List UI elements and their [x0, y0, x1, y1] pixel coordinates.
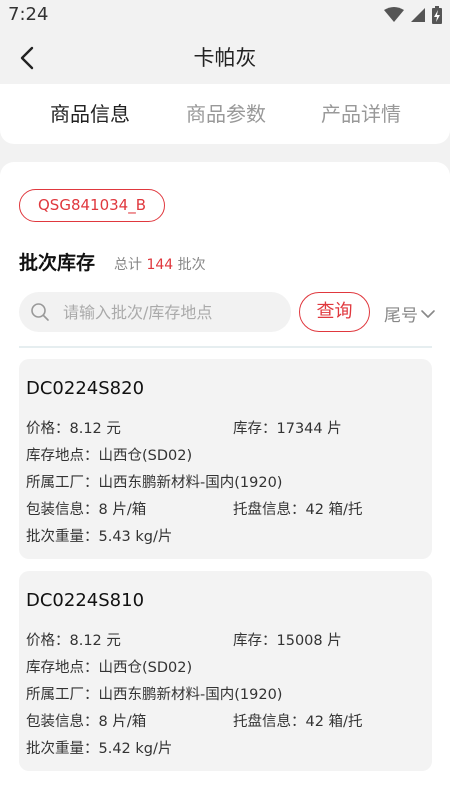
batch-package: 包装信息：8 片/箱 — [26, 502, 147, 518]
batch-factory: 所属工厂：山西东鹏新材料-国内(1920) — [26, 475, 283, 491]
status-time: 7:24 — [8, 4, 49, 25]
signal-icon — [411, 8, 425, 22]
product-code-badge: QSG841034_B — [19, 189, 166, 222]
batch-code: DC0224S820 — [26, 378, 145, 399]
nav-bar: 卡帕灰 — [0, 32, 450, 84]
batch-pallet: 托盘信息：42 箱/托 — [233, 502, 363, 518]
search-input[interactable] — [63, 292, 283, 332]
wifi-icon — [384, 7, 404, 22]
batch-stock: 库存：17344 片 — [233, 421, 342, 437]
batch-total: 总计 144 批次 — [114, 254, 206, 274]
tab-product-details[interactable]: 产品详情 — [296, 98, 426, 127]
query-button[interactable]: 查询 — [299, 292, 370, 332]
batch-stock: 库存：15008 片 — [233, 633, 342, 649]
batch-price: 价格：8.12 元 — [26, 421, 121, 437]
batch-card[interactable]: DC0224S810 价格：8.12 元 库存：15008 片 库存地点：山西仓… — [19, 571, 432, 771]
batch-package: 包装信息：8 片/箱 — [26, 714, 147, 730]
batch-pallet: 托盘信息：42 箱/托 — [233, 714, 363, 730]
main-content: QSG841034_B 批次库存 总计 144 批次 查询 尾号 DC0224S… — [0, 162, 450, 800]
tab-product-params[interactable]: 商品参数 — [161, 98, 291, 127]
search-icon — [31, 303, 49, 321]
tab-product-info[interactable]: 商品信息 — [25, 98, 155, 127]
status-icons — [384, 6, 442, 24]
batch-total-prefix: 总计 — [114, 257, 142, 273]
batch-total-suffix: 批次 — [177, 257, 206, 273]
batch-weight: 批次重量：5.42 kg/片 — [26, 741, 173, 757]
batch-code: DC0224S810 — [26, 590, 145, 611]
page-title: 卡帕灰 — [193, 46, 257, 70]
divider — [19, 346, 432, 348]
chevron-down-icon — [421, 309, 435, 318]
batch-weight: 批次重量：5.43 kg/片 — [26, 529, 173, 545]
sort-dropdown[interactable]: 尾号 — [384, 301, 436, 326]
sort-label: 尾号 — [384, 306, 418, 326]
batch-section-title: 批次库存 — [19, 252, 96, 274]
tab-bar: 商品信息 商品参数 产品详情 — [0, 84, 450, 144]
batch-location: 库存地点：山西仓(SD02) — [26, 660, 193, 676]
status-bar: 7:24 — [0, 0, 450, 32]
battery-icon — [432, 6, 442, 24]
search-box — [19, 292, 291, 332]
batch-price: 价格：8.12 元 — [26, 633, 121, 649]
batch-location: 库存地点：山西仓(SD02) — [26, 448, 193, 464]
batch-factory: 所属工厂：山西东鹏新材料-国内(1920) — [26, 687, 283, 703]
batch-total-count: 144 — [146, 257, 174, 273]
batch-card[interactable]: DC0224S820 价格：8.12 元 库存：17344 片 库存地点：山西仓… — [19, 359, 432, 559]
